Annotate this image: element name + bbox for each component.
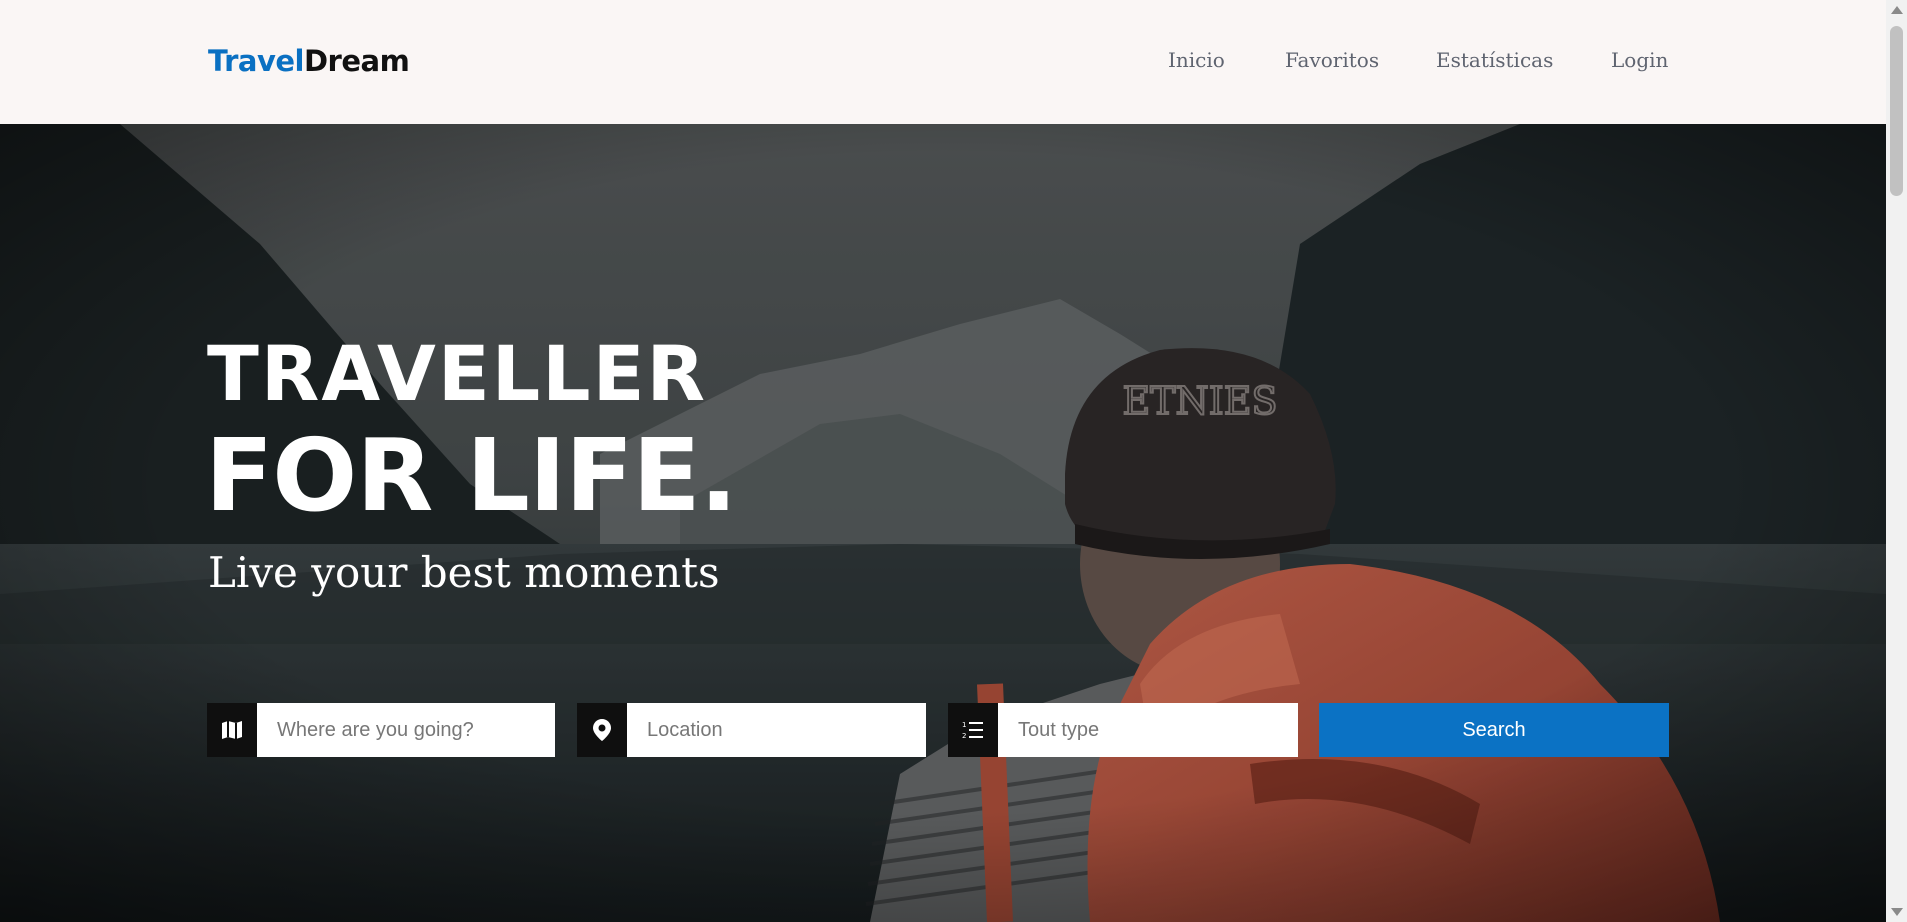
destination-field [207, 703, 555, 757]
svg-text:1: 1 [962, 721, 966, 729]
scrollbar-thumb[interactable] [1890, 26, 1903, 196]
location-input[interactable] [627, 703, 926, 757]
hero-title-line2: FOR LIFE. [205, 417, 738, 534]
hero-title-line1: TRAVELLER [207, 329, 708, 418]
scroll-down-arrow-icon[interactable] [1891, 908, 1903, 916]
svg-text:2: 2 [962, 732, 966, 740]
nav-link-login[interactable]: Login [1611, 48, 1668, 72]
site-header: TravelDream Inicio Favoritos Estatística… [0, 0, 1886, 124]
list-ordered-icon: 1 2 [948, 703, 998, 757]
nav-link-inicio[interactable]: Inicio [1168, 48, 1225, 72]
hero-section: ETNIES TRAVELLER FOR LIFE. Live your bes… [0, 124, 1886, 922]
destination-input[interactable] [257, 703, 555, 757]
tour-type-field: 1 2 [948, 703, 1298, 757]
nav-link-estatisticas[interactable]: Estatísticas [1436, 48, 1553, 72]
tour-type-input[interactable] [998, 703, 1298, 757]
main-nav: Inicio Favoritos Estatísticas Login [0, 48, 1886, 74]
nav-link-favoritos[interactable]: Favoritos [1285, 48, 1379, 72]
scroll-up-arrow-icon[interactable] [1891, 6, 1903, 14]
hero-subtitle: Live your best moments [208, 548, 720, 597]
search-button[interactable]: Search [1319, 703, 1669, 757]
page-scrollbar[interactable] [1886, 0, 1907, 922]
map-pin-icon [577, 703, 627, 757]
location-field [577, 703, 926, 757]
map-icon [207, 703, 257, 757]
